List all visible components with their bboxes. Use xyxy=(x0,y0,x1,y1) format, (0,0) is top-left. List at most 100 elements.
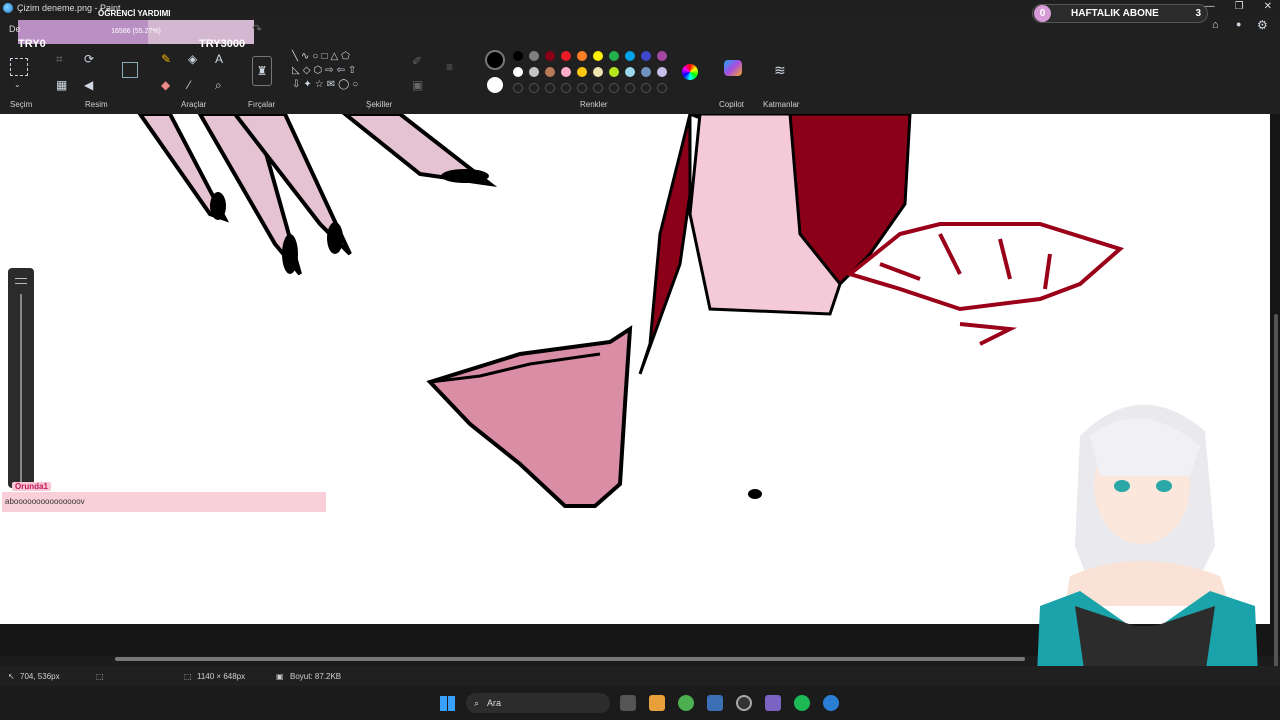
chat-app-icon[interactable] xyxy=(649,695,665,711)
secondary-color[interactable] xyxy=(487,77,503,93)
group-label-layers: Katmanlar xyxy=(763,100,800,109)
color-swatch[interactable] xyxy=(609,51,619,61)
text-icon[interactable]: A xyxy=(215,52,223,66)
ink-dot xyxy=(748,489,762,499)
custom-color-slot[interactable] xyxy=(545,83,555,93)
color-swatch[interactable] xyxy=(545,67,555,77)
paint-taskbar-icon[interactable] xyxy=(823,695,839,711)
custom-color-slot[interactable] xyxy=(609,83,619,93)
rotate-icon[interactable]: ⟳ xyxy=(84,52,94,66)
app-icon[interactable] xyxy=(707,695,723,711)
search-icon: ⌕ xyxy=(474,697,480,708)
flip-icon[interactable]: ◀ xyxy=(84,78,93,92)
horizontal-scrollbar[interactable] xyxy=(115,657,1025,661)
shapes-gallery[interactable]: ╲∿○□△⬠ ◺◇⬡⇨⇦⇧ ⇩✦☆✉◯○ xyxy=(292,50,396,92)
windows-start-icon[interactable] xyxy=(440,696,455,711)
custom-color-slot[interactable] xyxy=(561,83,571,93)
color-swatch[interactable] xyxy=(641,67,651,77)
color-swatch[interactable] xyxy=(657,51,667,61)
fill-bucket-icon[interactable]: ◈ xyxy=(188,52,197,66)
shapes-row-1: ╲∿○□△⬠ xyxy=(292,51,353,62)
search-placeholder: Ara xyxy=(487,698,502,708)
paint-app-icon xyxy=(3,3,13,13)
group-label-brushes: Fırçalar xyxy=(248,100,276,109)
subs-count-right: 3 xyxy=(1195,8,1201,19)
account-icon[interactable]: ● xyxy=(1236,19,1241,29)
image-effects-icon[interactable]: ▦ xyxy=(56,78,67,92)
chrome-icon[interactable] xyxy=(678,695,694,711)
file-size: Boyut: 87.2KB xyxy=(290,672,342,681)
magnifier-icon[interactable]: ⌕ xyxy=(215,78,222,93)
color-swatch[interactable] xyxy=(577,51,587,61)
color-swatch[interactable] xyxy=(593,51,603,61)
size-icon[interactable]: ≡ xyxy=(446,60,453,74)
redo-icon[interactable]: ↷ xyxy=(252,22,262,36)
edit-colors-icon[interactable] xyxy=(682,64,698,80)
color-swatch[interactable] xyxy=(561,67,571,77)
color-swatch[interactable] xyxy=(561,51,571,61)
custom-color-slot[interactable] xyxy=(577,83,587,93)
primary-color[interactable] xyxy=(485,50,505,70)
slider-handle-icon[interactable] xyxy=(15,278,27,284)
copilot-icon[interactable] xyxy=(724,60,742,76)
color-swatch[interactable] xyxy=(641,51,651,61)
tongue-drawing xyxy=(426,325,633,508)
taskbar-search[interactable]: ⌕ Ara xyxy=(466,693,610,713)
layers-icon[interactable]: ≋ xyxy=(774,62,786,79)
window-controls: — ❐ ✕ xyxy=(1205,1,1272,12)
group-label-shapes: Şekiller xyxy=(366,100,393,109)
spotify-icon[interactable] xyxy=(794,695,810,711)
color-swatch[interactable] xyxy=(657,67,667,77)
cursor-icon: ↖ xyxy=(8,672,15,681)
menu-stub: De xyxy=(9,24,21,34)
color-swatch[interactable] xyxy=(625,51,635,61)
obs-icon[interactable] xyxy=(736,695,752,711)
taskbar: ⌕ Ara xyxy=(0,686,1280,720)
weekly-subs-badge: 0 HAFTALIK ABONE 3 xyxy=(1032,4,1208,23)
custom-color-slot[interactable] xyxy=(513,83,523,93)
brushes-icon[interactable]: ♜ xyxy=(252,56,272,86)
zoom-slider[interactable] xyxy=(8,268,34,488)
custom-color-slot[interactable] xyxy=(641,83,651,93)
color-swatch[interactable] xyxy=(625,67,635,77)
color-swatch[interactable] xyxy=(513,67,523,77)
selection-dropdown-icon[interactable]: ⌄ xyxy=(14,80,21,89)
canvas-size: 1140 × 648px xyxy=(197,672,246,681)
shapes-row-3: ⇩✦☆✉◯○ xyxy=(292,79,362,90)
custom-color-slot[interactable] xyxy=(593,83,603,93)
custom-color-slot[interactable] xyxy=(529,83,539,93)
color-swatch[interactable] xyxy=(529,67,539,77)
crop-icon[interactable]: ⌗ xyxy=(56,52,63,67)
color-swatch[interactable] xyxy=(577,67,587,77)
pencil-icon[interactable]: ✎ xyxy=(161,52,171,66)
vscode-icon[interactable] xyxy=(765,695,781,711)
close-icon[interactable]: ✕ xyxy=(1264,1,1272,12)
maximize-icon[interactable]: ❐ xyxy=(1235,1,1244,12)
canvas-size-icon: ⬚ xyxy=(184,672,192,681)
color-swatch[interactable] xyxy=(529,51,539,61)
settings-gear-icon[interactable]: ⚙ xyxy=(1257,18,1268,32)
task-view-icon[interactable] xyxy=(620,695,636,711)
goal-label: ÖĞRENCİ YARDIMI xyxy=(98,9,171,18)
shapes-row-2: ◺◇⬡⇨⇦⇧ xyxy=(292,65,360,76)
custom-color-slot[interactable] xyxy=(657,83,667,93)
group-label-colors: Renkler xyxy=(580,100,608,109)
group-label-copilot: Copilot xyxy=(719,100,744,109)
selection-rect-icon[interactable] xyxy=(10,58,28,76)
selection-size-icon: ⬚ xyxy=(96,672,104,681)
outline-icon[interactable]: ✐ xyxy=(412,54,422,68)
group-label-tools: Araçlar xyxy=(181,100,207,109)
chat-username: Orunda1 xyxy=(12,482,51,491)
color-swatch[interactable] xyxy=(513,51,523,61)
screen: Çizim deneme.png - Paint — ❐ ✕ ⌂ ● ⚙ ⌄ ⌗… xyxy=(0,0,1280,720)
color-swatch[interactable] xyxy=(545,51,555,61)
color-swatch[interactable] xyxy=(609,67,619,77)
color-picker-icon[interactable]: ⁄ xyxy=(188,78,190,92)
feedback-icon[interactable]: ⌂ xyxy=(1212,19,1219,31)
eraser-icon[interactable]: ◆ xyxy=(161,78,170,92)
color-swatch[interactable] xyxy=(593,67,603,77)
fill-icon[interactable]: ▣ xyxy=(412,78,423,92)
save-disk-icon: ▣ xyxy=(276,672,284,681)
custom-color-slot[interactable] xyxy=(625,83,635,93)
resize-icon[interactable] xyxy=(122,62,138,78)
